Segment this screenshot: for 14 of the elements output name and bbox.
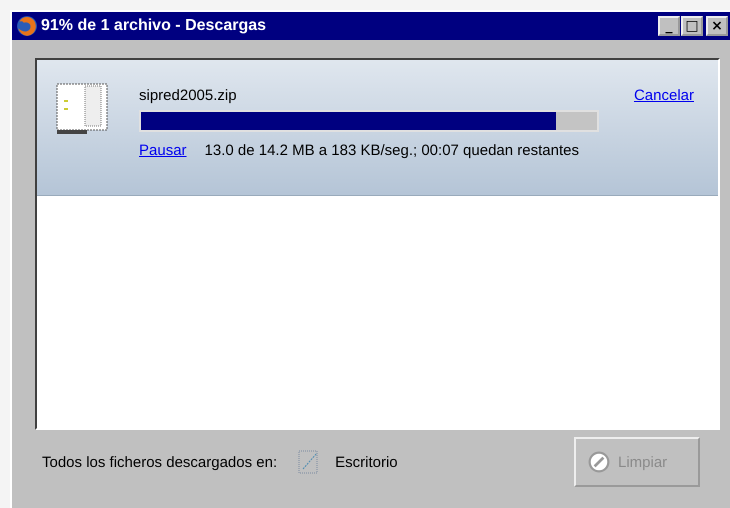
- download-location-label: Todos los ficheros descargados en:: [42, 454, 278, 470]
- cancel-link[interactable]: Cancelar: [634, 86, 694, 104]
- folder-name: Escritorio: [335, 454, 398, 470]
- download-status: 13.0 de 14.2 MB a 183 KB/seg.; 00:07 quedan restantes: [204, 142, 579, 159]
- close-button[interactable]: ×: [706, 16, 728, 36]
- globe-icon: [16, 15, 38, 37]
- minimize-button[interactable]: _: [658, 16, 680, 36]
- download-item[interactable]: sipred2005.zip Cancelar Pausar 13.0 de 14.2 MB a 183 KB/seg.; 00:07 quedan restantes: [37, 60, 718, 196]
- file-name: sipred2005.zip: [139, 86, 237, 104]
- archive-file-icon: [55, 82, 109, 136]
- prohibited-icon: [588, 451, 610, 473]
- pause-link[interactable]: Pausar: [139, 142, 187, 159]
- maximize-button[interactable]: □: [681, 16, 703, 36]
- window-title: 91% de 1 archivo - Descargas: [41, 17, 268, 35]
